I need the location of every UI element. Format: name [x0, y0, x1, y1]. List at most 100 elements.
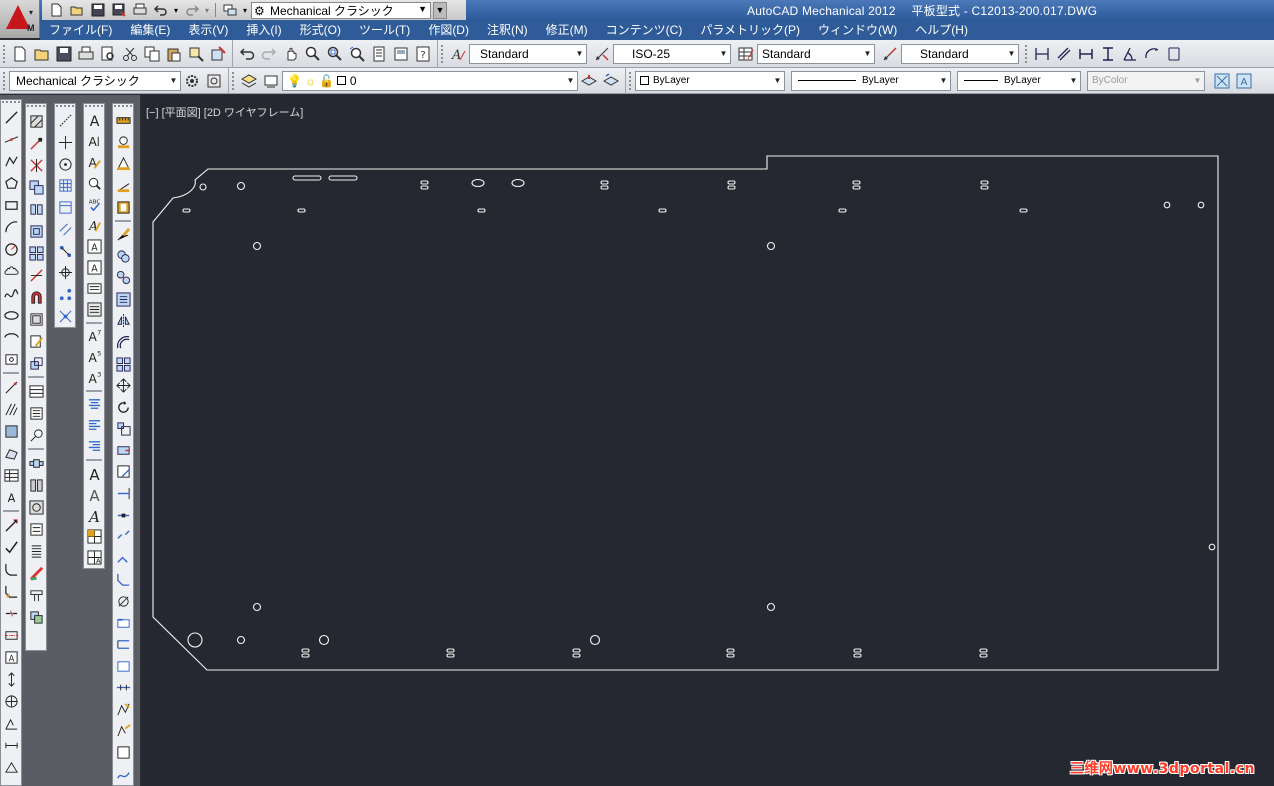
grid-icon[interactable] — [55, 175, 75, 197]
mirror-icon[interactable] — [26, 198, 46, 220]
scale-text-icon[interactable]: A — [84, 236, 104, 257]
offset-arc-icon[interactable] — [113, 332, 133, 354]
bearing-icon[interactable] — [26, 496, 46, 518]
align-icon[interactable] — [113, 634, 133, 656]
lengthen-icon[interactable] — [113, 655, 133, 677]
mirror-axis-icon[interactable] — [113, 310, 133, 332]
horizontal-dimension-icon[interactable] — [1075, 43, 1097, 65]
redo-icon[interactable] — [182, 2, 201, 19]
menu-file[interactable]: ファイル(F) — [40, 20, 121, 40]
copy-move-2-icon[interactable] — [113, 267, 133, 289]
copy-move-icon[interactable] — [113, 245, 133, 267]
spline-edit-icon[interactable] — [113, 763, 133, 785]
new-file-icon[interactable] — [9, 43, 31, 65]
toolbar-grip[interactable] — [85, 105, 103, 109]
fillet-object-icon[interactable] — [113, 591, 133, 613]
angular-dimension-icon[interactable] — [1119, 43, 1141, 65]
copy-object-icon[interactable] — [26, 176, 46, 198]
drawing-canvas[interactable]: [−] [平面図] [2D ワイヤフレーム] 三维网www.3dportal.c… — [141, 95, 1274, 786]
toolbar-grip[interactable] — [114, 105, 132, 109]
superscript-7-icon[interactable]: A7 — [84, 326, 104, 347]
ellipse-arc-icon[interactable] — [1, 326, 21, 348]
revision-cloud-icon[interactable] — [1, 260, 21, 282]
toolbar-grip[interactable] — [27, 105, 45, 109]
properties-icon[interactable] — [368, 43, 390, 65]
toolbar-grip[interactable] — [629, 71, 633, 90]
extend-icon[interactable] — [26, 264, 46, 286]
frame-icon[interactable] — [55, 197, 75, 219]
chain-icon[interactable] — [26, 606, 46, 628]
plot-icon[interactable] — [75, 43, 97, 65]
plot-icon[interactable] — [130, 2, 149, 19]
multileader-style-icon[interactable] — [879, 43, 901, 65]
arc-icon[interactable] — [1, 216, 21, 238]
menu-window[interactable]: ウィンドウ(W) — [809, 20, 906, 40]
polyline-icon[interactable] — [1, 150, 21, 172]
align-center-icon[interactable] — [84, 394, 104, 415]
extend-object-icon[interactable] — [113, 483, 133, 505]
save-as-icon[interactable] — [109, 2, 128, 19]
zoom-window-icon[interactable] — [324, 43, 346, 65]
centerline-icon[interactable] — [1, 624, 21, 646]
menu-insert[interactable]: 挿入(I) — [237, 20, 290, 40]
stretch-object-icon[interactable] — [113, 440, 133, 462]
node-icon[interactable] — [55, 240, 75, 262]
array-icon[interactable] — [26, 242, 46, 264]
move-icon[interactable] — [113, 375, 133, 397]
toolbar-grip[interactable] — [3, 44, 7, 63]
pedit-icon[interactable] — [113, 699, 133, 721]
toolbar-grip[interactable] — [1025, 44, 1029, 63]
workspace-switch-icon[interactable] — [220, 2, 239, 19]
edit-text-icon[interactable]: A — [84, 152, 104, 173]
construction-circle-icon[interactable] — [55, 153, 75, 175]
color-select[interactable]: ByLayer ▼ — [635, 70, 785, 91]
scale-object-icon[interactable] — [113, 418, 133, 440]
linetype-select[interactable]: ByLayer ▼ — [791, 70, 951, 91]
zoom-realtime-icon[interactable] — [302, 43, 324, 65]
paste-icon[interactable] — [163, 43, 185, 65]
mass-properties-icon[interactable] — [113, 196, 133, 218]
stack-text-icon[interactable] — [84, 299, 104, 320]
break-icon[interactable] — [1, 602, 21, 624]
save-icon[interactable] — [88, 2, 107, 19]
copy-icon[interactable] — [141, 43, 163, 65]
font-large-icon[interactable]: A — [84, 463, 104, 484]
multi-node-icon[interactable] — [55, 284, 75, 306]
help-icon[interactable]: ? — [412, 43, 434, 65]
list-icon[interactable] — [113, 132, 133, 154]
move-vertical-icon[interactable] — [1, 668, 21, 690]
array-grid-icon[interactable] — [113, 353, 133, 375]
break-at-point-icon[interactable] — [113, 504, 133, 526]
qat-customize-button[interactable]: ▼ — [433, 1, 447, 19]
superscript-5-icon[interactable]: A5 — [84, 346, 104, 367]
ruler-icon[interactable] — [113, 110, 133, 132]
menu-view[interactable]: 表示(V) — [179, 20, 237, 40]
superscript-3-icon[interactable]: A3 — [84, 367, 104, 388]
workspace-select[interactable]: ⚙ Mechanical クラシック ▼ — [251, 1, 431, 19]
menu-parametric[interactable]: パラメトリック(P) — [691, 20, 809, 40]
zoom-previous-icon[interactable] — [346, 43, 368, 65]
trim-object-icon[interactable] — [113, 461, 133, 483]
text-label-icon[interactable]: A — [1, 646, 21, 668]
multiline-text-icon[interactable]: A — [84, 131, 104, 152]
open-file-icon[interactable] — [31, 43, 53, 65]
area-icon[interactable] — [113, 153, 133, 175]
text-frame-icon[interactable] — [84, 278, 104, 299]
justify-text-icon[interactable]: A — [84, 257, 104, 278]
gear-calc-icon[interactable] — [26, 518, 46, 540]
trim-icon[interactable] — [26, 154, 46, 176]
lineweight-select[interactable]: ByLayer ▼ — [957, 70, 1081, 91]
redo-icon[interactable] — [258, 43, 280, 65]
layer-previous-icon[interactable] — [600, 70, 622, 92]
mechanical-line-icon[interactable] — [1, 514, 21, 536]
match-properties-icon[interactable] — [185, 43, 207, 65]
application-menu-button[interactable]: ▾ M — [0, 0, 40, 38]
layer-properties-icon[interactable] — [238, 70, 260, 92]
new-file-icon[interactable] — [46, 2, 65, 19]
pan-icon[interactable] — [280, 43, 302, 65]
toolbar-grip[interactable] — [232, 71, 236, 90]
menu-edit[interactable]: 編集(E) — [121, 20, 179, 40]
section-line-icon[interactable] — [1, 734, 21, 756]
offset-icon[interactable] — [26, 220, 46, 242]
area-boundary-icon[interactable] — [113, 742, 133, 764]
